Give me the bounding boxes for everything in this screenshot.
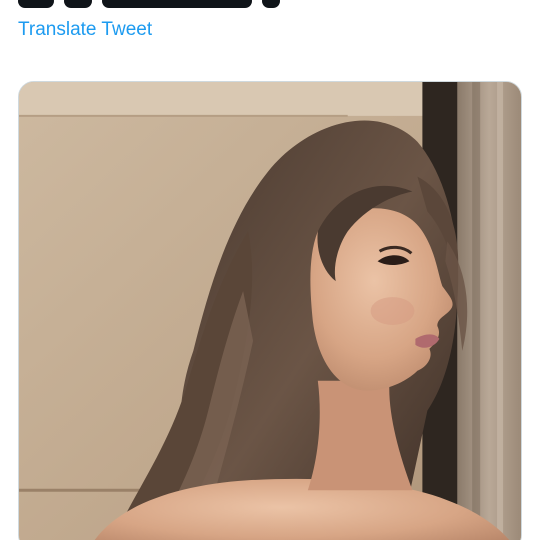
tweet-text-cut-off	[18, 0, 290, 8]
translate-tweet-link[interactable]: Translate Tweet	[18, 18, 152, 42]
tweet-photo[interactable]	[18, 81, 522, 540]
portrait-photo	[19, 82, 521, 540]
tweet-content: Translate Tweet	[0, 0, 540, 540]
